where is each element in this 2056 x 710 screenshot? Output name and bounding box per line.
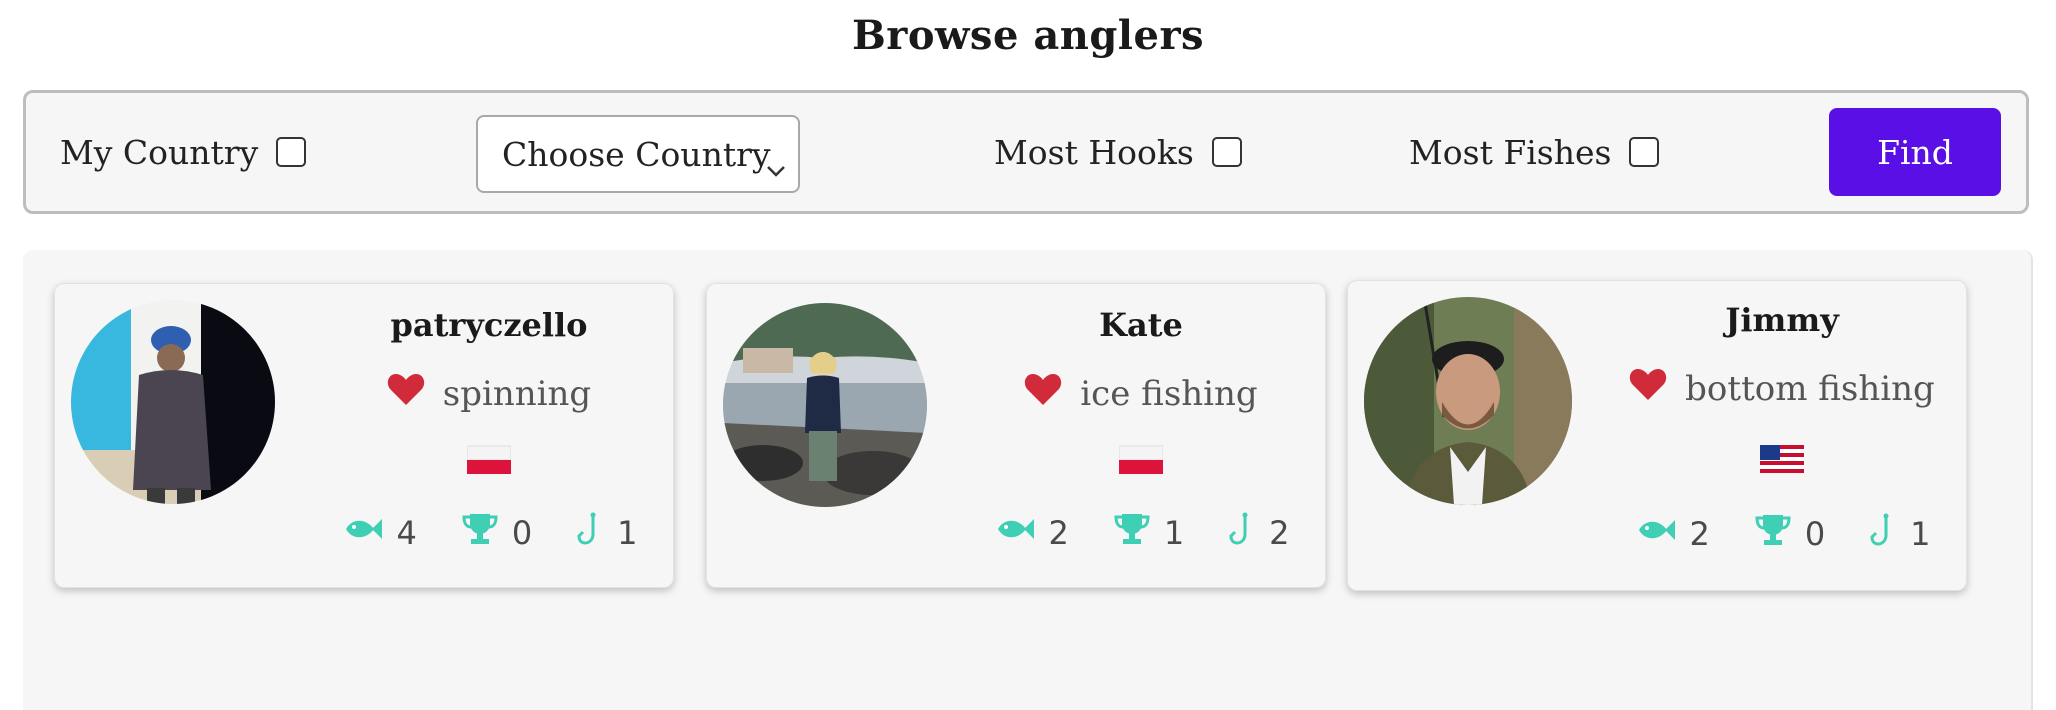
hook-icon (1229, 512, 1269, 554)
poland-flag-icon (305, 444, 673, 476)
country-select[interactable]: Choose Country (476, 115, 800, 193)
angler-stats: 4 0 1 (320, 512, 660, 554)
fishing-style: ice fishing (957, 372, 1325, 415)
trophy-icon (1755, 513, 1805, 555)
fishes-count: 2 (1689, 515, 1710, 553)
avatar (71, 300, 275, 504)
trophies-stat: 0 (462, 512, 532, 554)
most-hooks-label: Most Hooks (994, 132, 1194, 172)
most-hooks-filter[interactable]: Most Hooks (994, 93, 1242, 211)
fishes-count: 2 (1048, 514, 1069, 552)
hooks-stat: 2 (1229, 512, 1290, 554)
find-button[interactable]: Find (1829, 108, 2001, 196)
my-country-checkbox[interactable] (276, 137, 307, 167)
fishing-style: bottom fishing (1598, 367, 1966, 410)
fish-icon (342, 514, 396, 552)
heart-icon (1024, 372, 1062, 415)
country-select-value: Choose Country (502, 134, 771, 174)
hooks-count: 1 (1910, 515, 1931, 553)
most-hooks-checkbox[interactable] (1211, 137, 1242, 167)
trophies-count: 0 (1804, 515, 1826, 553)
filter-bar: My Country Choose Country Most Hooks Mos… (23, 90, 2029, 214)
fishes-stat: 4 (342, 514, 417, 552)
avatar (723, 303, 927, 507)
hooks-stat: 1 (577, 512, 638, 554)
avatar (1364, 297, 1572, 505)
hooks-count: 2 (1269, 514, 1290, 552)
fishing-style: spinning (305, 372, 673, 415)
fish-icon (1635, 515, 1689, 553)
fishes-stat: 2 (994, 514, 1069, 552)
fishes-count: 4 (396, 514, 417, 552)
hooks-count: 1 (617, 514, 638, 552)
hook-icon (1870, 513, 1910, 555)
fishes-stat: 2 (1635, 515, 1710, 553)
fishing-style-label: bottom fishing (1685, 368, 1935, 409)
angler-name: Kate (1099, 306, 1183, 344)
hooks-stat: 1 (1870, 513, 1931, 555)
angler-card[interactable]: patryczello spinning 4 0 1 (54, 283, 674, 588)
page-title: Browse anglers (851, 12, 1205, 59)
trophy-icon (1114, 512, 1164, 554)
usa-flag-icon (1598, 443, 1966, 475)
results-panel: patryczello spinning 4 0 1 Kate ice fish… (23, 250, 2033, 710)
my-country-label: My Country (60, 132, 259, 172)
most-fishes-checkbox[interactable] (1629, 137, 1660, 167)
most-fishes-filter[interactable]: Most Fishes (1409, 93, 1660, 211)
angler-stats: 2 1 2 (972, 512, 1312, 554)
angler-name: patryczello (390, 306, 588, 344)
angler-name: Jimmy (1725, 301, 1839, 339)
trophies-stat: 0 (1755, 513, 1825, 555)
heart-icon (1629, 367, 1667, 410)
fishing-style-label: ice fishing (1080, 373, 1258, 414)
trophies-count: 0 (511, 514, 533, 552)
most-fishes-label: Most Fishes (1409, 132, 1612, 172)
chevron-down-icon (766, 147, 786, 186)
trophy-icon (462, 512, 512, 554)
trophies-stat: 1 (1114, 512, 1184, 554)
angler-card[interactable]: Jimmy bottom fishing 2 0 1 (1347, 280, 1967, 591)
heart-icon (387, 372, 425, 415)
fish-icon (994, 514, 1048, 552)
angler-card[interactable]: Kate ice fishing 2 1 2 (706, 283, 1326, 588)
poland-flag-icon (957, 444, 1325, 476)
trophies-count: 1 (1163, 514, 1185, 552)
angler-stats: 2 0 1 (1613, 513, 1953, 555)
fishing-style-label: spinning (442, 373, 592, 414)
hook-icon (577, 512, 617, 554)
my-country-filter[interactable]: My Country (60, 93, 307, 211)
